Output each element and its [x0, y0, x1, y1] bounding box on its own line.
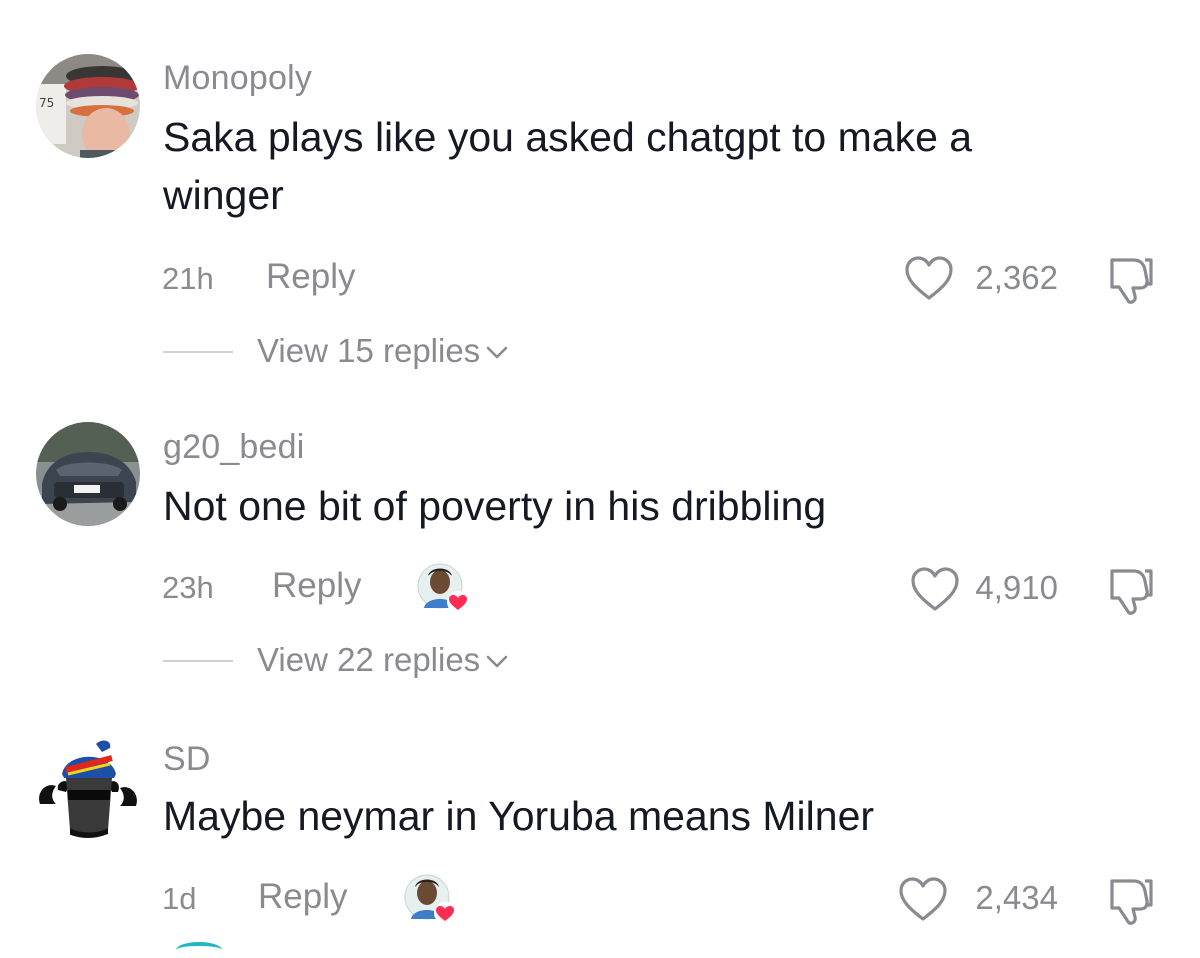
reply-button[interactable]: Reply — [272, 566, 361, 606]
thumbs-down-icon[interactable] — [1104, 565, 1156, 617]
comment-text: Not one bit of poverty in his dribbling — [163, 483, 827, 529]
comment-username[interactable]: Monopoly — [163, 59, 312, 98]
comment-timestamp: 23h — [162, 570, 214, 605]
avatar[interactable] — [36, 422, 140, 526]
like-count: 2,434 — [975, 879, 1058, 916]
creator-liked-icon — [404, 874, 456, 924]
view-replies-label: View 22 replies — [257, 641, 481, 678]
creator-liked-icon — [417, 563, 469, 613]
comment-username[interactable]: SD — [163, 740, 211, 779]
thumbs-down-icon[interactable] — [1104, 875, 1156, 927]
heart-outline-icon[interactable] — [898, 876, 948, 922]
replies-divider — [163, 351, 233, 353]
replies-divider — [163, 660, 233, 662]
svg-text:75: 75 — [39, 96, 54, 110]
like-count: 4,910 — [975, 569, 1058, 606]
comment-timestamp: 1d — [162, 881, 197, 916]
view-replies-button[interactable]: View 22 replies — [257, 641, 508, 679]
avatar[interactable]: 75 — [36, 54, 140, 158]
comment-text: Saka plays like you asked chatgpt to mak… — [163, 114, 973, 218]
view-replies-label: View 15 replies — [257, 332, 481, 369]
heart-outline-icon[interactable] — [904, 255, 954, 301]
chevron-down-icon — [486, 346, 508, 359]
reply-button[interactable]: Reply — [266, 257, 355, 297]
comment-timestamp: 21h — [162, 261, 214, 296]
avatar[interactable] — [36, 734, 140, 838]
heart-outline-icon[interactable] — [910, 566, 960, 612]
reply-button[interactable]: Reply — [258, 877, 347, 917]
comment-text: Maybe neymar in Yoruba means Milner — [163, 793, 875, 839]
view-replies-button[interactable]: View 15 replies — [257, 332, 508, 370]
like-count: 2,362 — [975, 259, 1058, 296]
thumbs-down-icon[interactable] — [1104, 254, 1156, 306]
comment-username[interactable]: g20_bedi — [163, 428, 305, 467]
next-comment-avatar-edge — [176, 942, 222, 958]
chevron-down-icon — [486, 655, 508, 668]
